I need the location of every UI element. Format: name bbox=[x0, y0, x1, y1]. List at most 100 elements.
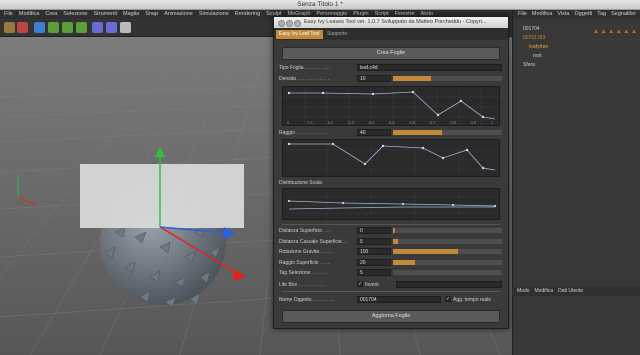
realtime-checkbox[interactable]: ✓ bbox=[445, 296, 451, 302]
object-name: Sfera bbox=[523, 62, 535, 68]
light-icon[interactable] bbox=[106, 22, 117, 33]
object-menu-item[interactable]: Modifica bbox=[532, 11, 552, 17]
densita-slider[interactable] bbox=[393, 76, 502, 81]
attribute-menu-item[interactable]: Dati Utente bbox=[558, 288, 583, 294]
tipo-foglia-value: leaf.c4d bbox=[360, 65, 378, 71]
param-field[interactable]: 5 bbox=[357, 269, 391, 276]
raggio-slider-fill bbox=[393, 130, 443, 135]
object-name: 001704 bbox=[523, 26, 540, 32]
tick-label: 0.8 bbox=[450, 120, 456, 125]
object-menu-item[interactable]: Tag bbox=[597, 11, 606, 17]
menu-item[interactable]: Rendering bbox=[235, 11, 260, 17]
raggio-label: Raggio . . . . . . . . . . . . bbox=[279, 130, 329, 136]
minimize-icon[interactable] bbox=[286, 20, 293, 27]
param-label: Distanza Casuale Superficie . . bbox=[279, 238, 348, 245]
y-axis-arrow bbox=[155, 147, 165, 157]
tick-label: 0.7 bbox=[429, 120, 436, 125]
tick-label: 0.6 bbox=[409, 120, 415, 125]
menu-item[interactable]: Selezione bbox=[63, 11, 87, 17]
tick-label: 0.9 bbox=[470, 120, 477, 125]
densita-label: Densita . . . . . . . . . . . . bbox=[279, 76, 330, 82]
create-leaves-button[interactable]: Crea Foglie bbox=[282, 47, 500, 60]
object-name: leafytree bbox=[529, 44, 549, 50]
inverti-label: Inverti bbox=[365, 282, 379, 288]
menu-item[interactable]: Animazione bbox=[164, 11, 193, 17]
parameter-list: Distanza Superficie . . . 0 Distanza Casua… bbox=[274, 227, 508, 279]
dialog-titlebar: Easy Ivy Leaves Tool ver. 1.0.7 Sviluppa… bbox=[274, 17, 508, 28]
menu-item[interactable]: Maglia bbox=[123, 11, 139, 17]
raggio-slider[interactable] bbox=[393, 130, 502, 135]
object-manager-menu: File Modifica Vista Oggetti Tag Segnalibri bbox=[513, 10, 640, 19]
life-box-label: Life Box . . . . . . . . . . bbox=[279, 282, 325, 288]
menu-item[interactable]: Snap bbox=[145, 11, 158, 17]
menu-item[interactable]: File bbox=[4, 11, 13, 17]
grid-icon[interactable] bbox=[120, 22, 131, 33]
curve-ticks: 0 0.1 0.2 0.3 0.4 0.5 0.6 0.7 0.8 0.9 1 bbox=[283, 120, 501, 126]
object-row[interactable]: leafytree bbox=[513, 43, 640, 52]
raggio-field[interactable]: 40 bbox=[357, 129, 391, 136]
scene-icon[interactable] bbox=[76, 22, 87, 33]
param-field[interactable]: 5 bbox=[357, 237, 391, 245]
param-slider-fill bbox=[393, 249, 459, 254]
tab-easy-ivy[interactable]: Easy Ivy Leaf Tool bbox=[276, 30, 323, 39]
update-leaves-button[interactable]: Aggiorna Foglie bbox=[282, 310, 500, 323]
selection-rect bbox=[80, 164, 244, 228]
object-name: root bbox=[533, 53, 542, 59]
camera-icon[interactable] bbox=[92, 22, 103, 33]
object-menu-item[interactable]: Segnalibri bbox=[611, 11, 635, 17]
easy-ivy-dialog: Easy Ivy Leaves Tool ver. 1.0.7 Sviluppa… bbox=[273, 16, 509, 329]
menu-item[interactable]: Strumenti bbox=[93, 11, 117, 17]
distribuzione-label: Distribuzione Scala bbox=[279, 180, 322, 186]
undo-icon[interactable] bbox=[4, 22, 15, 33]
dialog-title: Easy Ivy Leaves Tool ver. 1.0.7 Sviluppa… bbox=[304, 19, 487, 25]
object-manager: File Modifica Vista Oggetti Tag Segnalibri 00… bbox=[512, 10, 640, 355]
render-icon[interactable] bbox=[17, 22, 28, 33]
tipo-foglia-select[interactable]: leaf.c4d bbox=[357, 64, 502, 71]
object-row[interactable]: 00701783 bbox=[513, 34, 640, 43]
tab-supporto[interactable]: Supporto bbox=[324, 30, 350, 39]
zoom-icon[interactable] bbox=[294, 20, 301, 27]
object-menu-item[interactable]: Vista bbox=[557, 11, 569, 17]
param-slider[interactable] bbox=[393, 259, 502, 265]
object-menu-item[interactable]: Oggetti bbox=[575, 11, 593, 17]
object-name: 00701783 bbox=[523, 35, 546, 41]
z-axis-arrow bbox=[223, 227, 236, 239]
attribute-menu-item[interactable]: Modo bbox=[517, 288, 530, 294]
densita-field[interactable]: 10 bbox=[357, 75, 391, 82]
cube-icon[interactable] bbox=[34, 22, 45, 33]
deformer-icon[interactable] bbox=[62, 22, 73, 33]
nurbs-icon[interactable] bbox=[48, 22, 59, 33]
life-box-checkbox[interactable]: ✓ bbox=[357, 281, 363, 287]
param-slider[interactable] bbox=[393, 238, 502, 244]
param-slider[interactable] bbox=[393, 249, 502, 254]
tick-label: 0.3 bbox=[348, 120, 354, 125]
close-icon[interactable] bbox=[278, 20, 285, 27]
attribute-menu-item[interactable]: Modifica bbox=[535, 288, 554, 294]
object-row[interactable]: Sfera bbox=[513, 61, 640, 70]
param-field[interactable]: 100 bbox=[357, 248, 391, 255]
param-field[interactable]: 0 bbox=[357, 227, 391, 234]
densita-curve[interactable]: 0 0.1 0.2 0.3 0.4 0.5 0.6 0.7 0.8 0.9 1 bbox=[282, 86, 501, 127]
raggio-curve[interactable] bbox=[282, 139, 501, 178]
param-label: Raggio Superficie . . . . bbox=[279, 259, 330, 266]
tick-label: 1 bbox=[491, 120, 494, 125]
nome-oggetto-field[interactable]: 001704 bbox=[357, 296, 441, 303]
window-title: Senza Titolo 1 * bbox=[0, 0, 640, 10]
param-slider[interactable] bbox=[393, 270, 502, 275]
menu-item[interactable]: Modifica bbox=[19, 11, 39, 17]
param-label: Tag Selezione . . . . . . bbox=[279, 270, 328, 276]
param-field[interactable]: 20 bbox=[357, 258, 391, 266]
param-slider-fill bbox=[393, 228, 396, 233]
object-row[interactable]: root bbox=[513, 52, 640, 61]
tipo-foglia-label: Tipo Foglia . . . . . . . . . . bbox=[279, 65, 332, 71]
life-box-field[interactable] bbox=[396, 281, 502, 288]
tick-label: 0.4 bbox=[368, 120, 375, 125]
tick-label: 0.1 bbox=[307, 120, 313, 125]
distribuzione-curve[interactable] bbox=[282, 188, 501, 221]
densita-slider-fill bbox=[393, 76, 432, 81]
menu-item[interactable]: Simulazione bbox=[199, 11, 229, 17]
tag-icons: ▲ ▲ ▲ ▲ ▲ ▲ bbox=[593, 29, 637, 35]
param-slider[interactable] bbox=[393, 228, 502, 233]
menu-item[interactable]: Crea bbox=[45, 11, 57, 17]
object-menu-item[interactable]: File bbox=[518, 11, 527, 17]
